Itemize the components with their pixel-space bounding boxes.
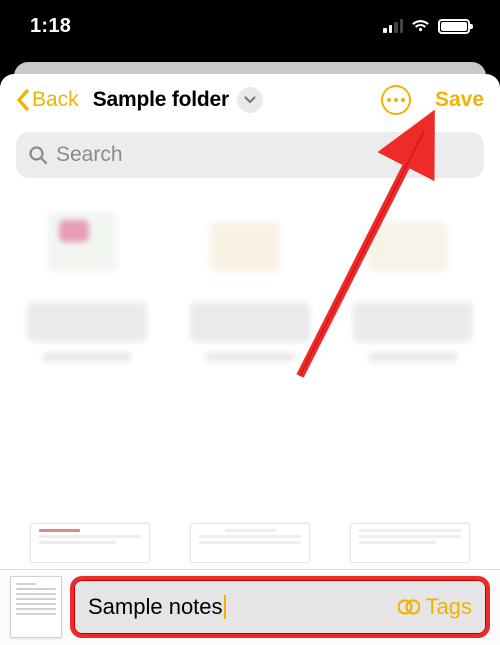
tags-icon xyxy=(398,598,420,616)
page-thumbnails xyxy=(30,523,470,563)
cellular-signal-icon xyxy=(383,19,403,33)
page-thumb[interactable] xyxy=(190,523,310,563)
note-title-editor[interactable]: Sample notes Tags xyxy=(70,576,490,638)
text-caret xyxy=(224,595,226,619)
more-options-button[interactable] xyxy=(381,85,411,115)
back-button[interactable]: Back xyxy=(16,88,79,112)
note-thumbnail[interactable] xyxy=(343,192,483,382)
save-button[interactable]: Save xyxy=(435,88,484,112)
tags-label: Tags xyxy=(426,594,472,620)
back-label: Back xyxy=(32,88,79,112)
page-thumb[interactable] xyxy=(350,523,470,563)
ellipsis-icon xyxy=(387,98,391,102)
document-preview-thumb[interactable] xyxy=(10,576,62,638)
modal-sheet: Back Sample folder Save Search xyxy=(0,74,500,645)
note-thumbnail[interactable] xyxy=(180,192,320,382)
page-thumb[interactable] xyxy=(30,523,150,563)
page-title: Sample folder xyxy=(93,88,229,112)
chevron-down-icon xyxy=(244,96,256,104)
note-title-text: Sample notes xyxy=(88,594,223,620)
chevron-left-icon xyxy=(16,89,30,111)
battery-icon xyxy=(438,19,470,34)
bottom-toolbar: Sample notes Tags xyxy=(0,569,500,645)
folder-dropdown-button[interactable] xyxy=(237,87,263,113)
status-time: 1:18 xyxy=(30,15,71,38)
title-group[interactable]: Sample folder xyxy=(93,87,371,113)
tags-button[interactable]: Tags xyxy=(398,594,472,620)
search-icon xyxy=(28,145,48,165)
notes-grid: Sample notes Tags xyxy=(0,178,500,645)
search-placeholder: Search xyxy=(56,143,123,167)
wifi-icon xyxy=(411,19,430,33)
status-bar: 1:18 xyxy=(0,0,500,56)
nav-bar: Back Sample folder Save xyxy=(0,74,500,126)
status-indicators xyxy=(383,19,470,34)
note-thumbnail[interactable] xyxy=(17,192,157,382)
search-input[interactable]: Search xyxy=(16,132,484,178)
